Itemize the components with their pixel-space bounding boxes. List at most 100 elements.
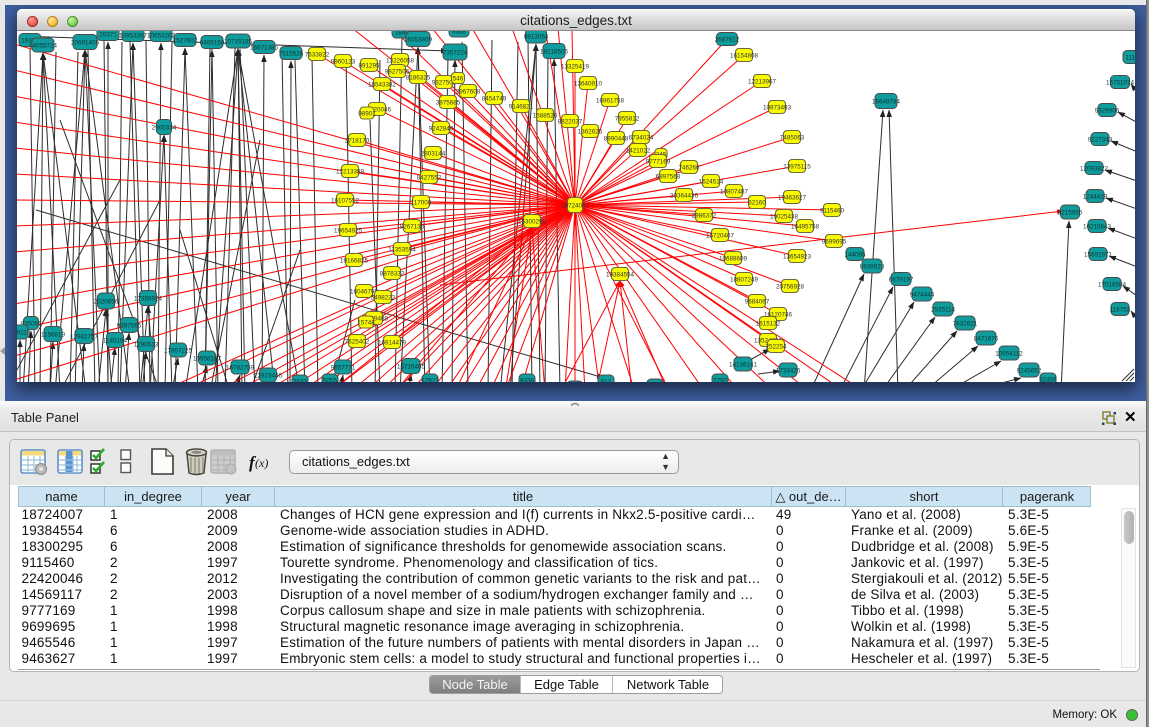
svg-text:9146821: 9146821 [509,104,534,111]
svg-text:16543382: 16543382 [368,82,397,89]
svg-text:16107552: 16107552 [331,198,360,205]
svg-text:8938923: 8938923 [860,264,885,271]
svg-text:15716485: 15716485 [397,364,426,371]
svg-text:7632621: 7632621 [953,321,978,328]
svg-text:7357224: 7357224 [443,50,468,57]
svg-text:14136141: 14136141 [729,362,758,369]
svg-text:10653267: 10653267 [147,33,176,40]
svg-text:19654925: 19654925 [334,228,363,235]
svg-text:117008: 117008 [411,200,432,207]
svg-text:8215955: 8215955 [1058,210,1083,217]
svg-text:10973493: 10973493 [763,105,792,112]
svg-text:891295: 891295 [358,63,380,70]
svg-text:8822037: 8822037 [558,119,583,126]
svg-text:1362625: 1362625 [578,129,603,136]
svg-text:7633822: 7633822 [305,52,330,59]
svg-text:9368: 9368 [452,31,467,36]
svg-text:9336: 9336 [520,378,535,383]
svg-text:1112: 1112 [1125,55,1135,62]
svg-text:17359924: 17359924 [134,296,163,303]
svg-text:16671385: 16671385 [250,45,279,52]
svg-text:14055724: 14055724 [29,43,58,50]
svg-text:3875685: 3875685 [436,100,461,107]
svg-text:1733426: 1733426 [776,368,801,375]
svg-text:20364436: 20364436 [670,193,699,200]
svg-text:10654112: 10654112 [995,351,1023,358]
svg-text:6897568: 6897568 [656,174,681,181]
svg-text:17957225: 17957225 [164,348,193,355]
svg-text:1156819: 1156819 [41,332,66,339]
svg-text:8878332: 8878332 [380,271,405,278]
svg-text:8427552: 8427552 [417,175,442,182]
svg-text:9777169: 9777169 [646,159,671,166]
svg-text:7515526: 7515526 [279,51,304,58]
svg-text:546: 546 [453,76,464,83]
svg-text:9699695: 9699695 [822,239,847,246]
svg-text:12093822: 12093822 [1080,166,1109,173]
svg-text:19166825: 19166825 [340,258,369,265]
svg-text:1244419: 1244419 [1083,194,1108,201]
svg-text:9397565: 9397565 [117,323,142,330]
svg-text:12923446: 12923446 [254,373,283,380]
svg-text:92456: 92456 [1039,377,1057,383]
svg-text:15751074: 15751074 [1106,80,1135,87]
svg-text:2967608: 2967608 [456,89,481,96]
svg-text:16782759: 16782759 [226,365,255,372]
svg-text:10719185: 10719185 [224,39,253,46]
svg-text:917: 917 [601,379,612,383]
svg-text:9329906: 9329906 [1095,108,1120,115]
svg-text:9474444: 9474444 [910,292,935,299]
svg-text:6679197: 6679197 [889,277,914,284]
svg-text:9227343: 9227343 [1088,137,1113,144]
svg-text:746266: 746266 [678,165,700,172]
svg-text:18724007: 18724007 [561,203,590,210]
svg-text:10688609: 10688609 [719,256,748,263]
svg-text:(x): (x) [255,456,268,470]
svg-text:17016504: 17016504 [1098,282,1127,289]
svg-text:13975115: 13975115 [783,164,811,171]
svg-text:10025438: 10025438 [770,214,799,221]
svg-text:16914479: 16914479 [378,340,407,347]
svg-text:10807487: 10807487 [720,189,749,196]
svg-text:9657771: 9657771 [331,365,356,372]
svg-text:2718170: 2718170 [345,138,370,145]
svg-text:2905334: 2905334 [152,125,177,132]
svg-text:13226058: 13226058 [386,58,415,65]
svg-text:7955812: 7955812 [615,116,640,123]
svg-text:7625402: 7625402 [345,339,370,346]
svg-text:16961758: 16961758 [596,98,625,105]
svg-text:1145194: 1145194 [103,338,128,345]
svg-text:9115460: 9115460 [820,208,845,215]
svg-text:8454749: 8454749 [482,96,507,103]
svg-text:1615132: 1615132 [756,321,781,328]
svg-text:98901: 98901 [358,111,376,118]
svg-text:12213967: 12213967 [748,79,777,86]
svg-text:9684067: 9684067 [745,299,770,306]
svg-text:16648784: 16648784 [872,99,901,106]
svg-text:11353594: 11353594 [388,247,416,254]
svg-text:8813054: 8813054 [524,34,549,41]
svg-text:2020656: 2020656 [94,299,119,306]
svg-text:252254: 252254 [765,344,787,351]
svg-text:8186325: 8186325 [406,75,431,82]
svg-text:1588520: 1588520 [533,113,558,120]
svg-text:1290513: 1290513 [134,342,159,349]
svg-text:2986372: 2986372 [692,213,717,220]
svg-text:16495758: 16495758 [791,224,820,231]
svg-text:13325419: 13325419 [561,64,590,71]
svg-text:16154808: 16154808 [730,53,759,60]
svg-text:7292: 7292 [713,378,728,383]
svg-text:939119: 939119 [17,330,31,337]
svg-text:9245652: 9245652 [1017,368,1042,375]
svg-text:20691406: 20691406 [71,40,100,47]
svg-text:19463627: 19463627 [778,195,807,202]
svg-text:10958187: 10958187 [193,356,222,363]
svg-text:1527602: 1527602 [173,38,198,45]
svg-text:116753: 116753 [1110,307,1131,314]
svg-text:2687612: 2687612 [715,37,740,44]
svg-text:18807249: 18807249 [730,277,759,284]
svg-text:6734024: 6734024 [629,135,654,142]
svg-text:10953267: 10953267 [119,33,148,40]
svg-text:9960123: 9960123 [331,59,356,66]
svg-text:7485063: 7485063 [780,135,805,142]
